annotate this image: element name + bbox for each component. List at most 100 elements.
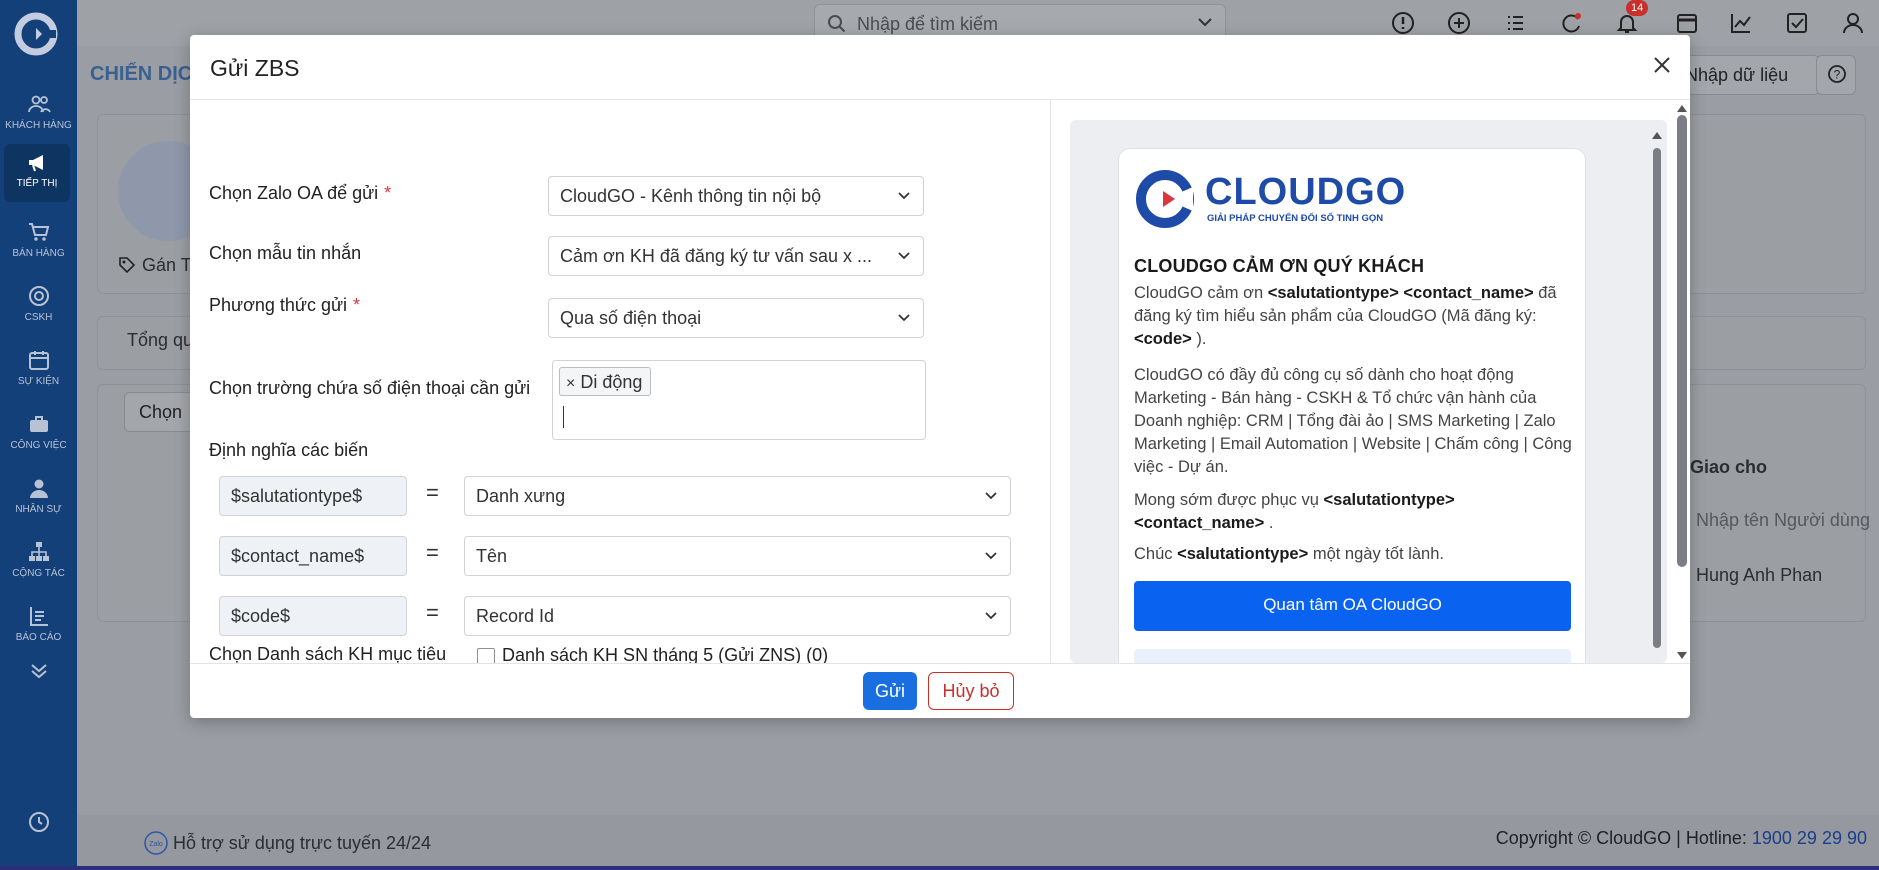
variable-value-select[interactable]: Tên xyxy=(464,536,1011,576)
support-link[interactable]: Zalo Hỗ trợ sử dụng trực tuyến 24/24 xyxy=(143,830,431,856)
scroll-up-arrow-icon[interactable] xyxy=(1651,130,1663,140)
copyright: Copyright © CloudGO | Hotline: 1900 29 2… xyxy=(1495,828,1867,848)
sidebar-item-work[interactable]: CÔNG VIỆC xyxy=(0,406,77,464)
preview-paragraph-1: CloudGO cảm ơn <salutationtype> <contact… xyxy=(1134,284,1557,348)
sync-icon[interactable] xyxy=(1558,10,1584,36)
scroll-down-arrow-icon[interactable] xyxy=(1676,651,1688,661)
brand-tagline: GIẢI PHÁP CHUYỂN ĐỔI SỐ TINH GỌN xyxy=(1207,213,1384,224)
method-field-label: Phương thức gửi * xyxy=(209,295,361,315)
variable-value-select[interactable]: Record Id xyxy=(464,596,1011,636)
close-icon xyxy=(1654,56,1670,73)
cancel-button[interactable]: Hủy bỏ xyxy=(928,672,1014,710)
method-label-text: Phương thức gửi xyxy=(209,295,348,315)
scroll-up-arrow-icon[interactable] xyxy=(1676,103,1688,113)
help-button[interactable]: ? xyxy=(1816,55,1856,95)
modal-scrollbar[interactable] xyxy=(1674,101,1690,663)
text-caret xyxy=(563,406,564,428)
modal-form: Chọn Zalo OA để gửi * CloudGO - Kênh thôn… xyxy=(190,100,1050,663)
chevron-down-icon xyxy=(985,552,997,560)
sidebar-item-support[interactable]: CSKH xyxy=(0,278,77,336)
calendar-icon[interactable] xyxy=(1674,10,1700,36)
template-selected-value: Cảm ơn KH đã đăng ký tư vấn sau x ... xyxy=(560,246,872,266)
target-list-checkbox[interactable] xyxy=(477,648,495,663)
oa-selected-value: CloudGO - Kênh thông tin nội bộ xyxy=(560,186,822,206)
zbs-preview-card: CLOUDGO GIẢI PHÁP CHUYỂN ĐỔI SỐ TINH GỌN… xyxy=(1118,148,1586,663)
briefcase-icon xyxy=(29,416,48,432)
support-text: Hỗ trợ sử dụng trực tuyến 24/24 xyxy=(173,833,432,853)
chart-line-icon[interactable] xyxy=(1728,10,1754,36)
user-account-icon[interactable] xyxy=(1840,10,1866,36)
close-button[interactable] xyxy=(1644,48,1680,84)
tag-remove-icon[interactable]: × xyxy=(566,375,575,392)
method-selected-value: Qua số điện thoại xyxy=(560,308,702,328)
person-icon xyxy=(29,479,48,498)
sidebar-item-label: CÔNG VIỆC xyxy=(10,440,67,451)
svg-text:Zalo: Zalo xyxy=(149,841,163,848)
svg-text:?: ? xyxy=(1834,68,1841,82)
preview-paragraph-3: Mong sớm được phục vụ <salutationtype> <… xyxy=(1134,491,1455,532)
chevron-down-icon xyxy=(898,314,910,322)
tab-overview[interactable]: Tổng qu xyxy=(127,330,193,351)
target-list-option: Danh sách KH SN tháng 5 (Gửi ZNS) (0) xyxy=(502,645,829,663)
hotline-number[interactable]: 1900 29 29 90 xyxy=(1752,828,1867,848)
oa-select[interactable]: CloudGO - Kênh thông tin nội bộ xyxy=(548,176,924,216)
sidebar-item-label: TIẾP THỊ xyxy=(16,178,58,189)
phone-field-multiselect[interactable]: × Di động xyxy=(552,360,926,440)
sidebar-item-collab[interactable]: CỘNG TÁC xyxy=(0,534,77,592)
phone-field-tag: × Di động xyxy=(559,367,652,396)
cloudgo-logo-icon[interactable] xyxy=(14,12,58,56)
megaphone-icon xyxy=(29,155,43,172)
cart-icon xyxy=(28,223,49,241)
sidebar-item-marketing[interactable]: TIẾP THỊ xyxy=(4,144,70,202)
variable-name: $code$ xyxy=(219,596,407,636)
tag-text: Gán T xyxy=(142,255,192,275)
record-nav xyxy=(1740,140,1860,180)
variable-value: Record Id xyxy=(476,606,555,626)
expand-more-icon[interactable] xyxy=(0,660,77,688)
equals-sign: = xyxy=(426,480,439,505)
task-check-icon[interactable] xyxy=(1784,10,1810,36)
chevron-down-icon xyxy=(1198,18,1212,27)
variable-value: Tên xyxy=(476,546,508,566)
send-button[interactable]: Gửi xyxy=(863,672,917,710)
sidebar-item-staff[interactable]: NHÂN SỰ xyxy=(0,470,77,528)
chevron-down-icon xyxy=(985,612,997,620)
import-data-button[interactable]: Nhập dữ liệu xyxy=(1670,55,1820,95)
sidebar-item-reports[interactable]: BÁO CÁO xyxy=(0,598,77,656)
template-select[interactable]: Cảm ơn KH đã đăng ký tư vấn sau x ... xyxy=(548,236,924,276)
preview-scrollbar[interactable] xyxy=(1651,130,1663,660)
sidebar: KHÁCH HÀNG TIẾP THỊ BÁN HÀNG CSKH SỰ KIỆN CÔN… xyxy=(0,0,77,870)
footer: Zalo Hỗ trợ sử dụng trực tuyến 24/24 Copy… xyxy=(77,815,1879,870)
select-button[interactable]: Chọn xyxy=(124,392,198,432)
tag-label[interactable]: Gán T xyxy=(118,255,192,276)
oa-label-text: Chọn Zalo OA để gửi xyxy=(209,183,379,203)
history-icon[interactable] xyxy=(0,810,77,838)
modal-scroll-thumb[interactable] xyxy=(1677,115,1687,567)
preview-frame: CLOUDGO GIẢI PHÁP CHUYỂN ĐỔI SỐ TINH GỌN… xyxy=(1070,120,1667,663)
target-list-label: Chọn Danh sách KH mục tiêu xyxy=(209,644,447,663)
chevron-down-icon xyxy=(985,492,997,500)
zalo-icon: Zalo xyxy=(144,831,168,855)
template-field-label: Chọn mẫu tin nhắn xyxy=(209,243,362,263)
phone-field-label: Chọn trường chứa số điện thoại cần gửi xyxy=(209,378,531,398)
sidebar-item-label: SỰ KIỆN xyxy=(17,376,60,387)
sidebar-item-label: BÁN HÀNG xyxy=(12,248,65,259)
column-assignee: Giao cho xyxy=(1690,457,1768,477)
assignee-filter-input[interactable]: Nhập tên Người dùng xyxy=(1696,510,1870,531)
assignee-cell: Hung Anh Phan xyxy=(1696,565,1823,585)
calendar-icon xyxy=(28,351,49,370)
sidebar-item-label: KHÁCH HÀNG xyxy=(5,120,72,131)
sidebar-item-events[interactable]: SỰ KIỆN xyxy=(0,342,77,400)
method-select[interactable]: Qua số điện thoại xyxy=(548,298,924,338)
add-circle-icon[interactable] xyxy=(1446,10,1472,36)
tag-icon xyxy=(119,257,136,274)
variables-label: Định nghĩa các biến xyxy=(209,440,369,460)
follow-oa-button[interactable]: Quan tâm OA CloudGO xyxy=(1134,581,1571,631)
list-icon[interactable] xyxy=(1502,10,1528,36)
preview-scroll-thumb[interactable] xyxy=(1653,148,1661,648)
sidebar-item-label: CỘNG TÁC xyxy=(12,568,65,579)
sidebar-item-customers[interactable]: KHÁCH HÀNG xyxy=(0,86,77,144)
variable-value-select[interactable]: Danh xưng xyxy=(464,476,1011,516)
alert-circle-icon[interactable] xyxy=(1390,10,1416,36)
sidebar-item-sales[interactable]: BÁN HÀNG xyxy=(0,214,77,272)
